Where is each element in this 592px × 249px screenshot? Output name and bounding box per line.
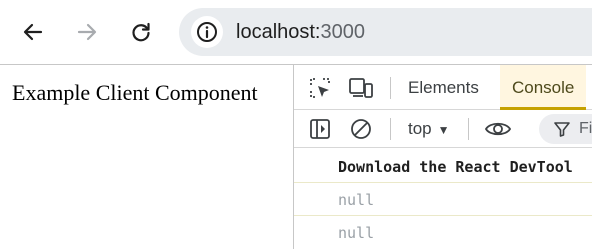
back-button[interactable] <box>13 12 53 52</box>
tab-console[interactable]: Console <box>500 65 587 110</box>
console-message[interactable]: null <box>294 184 592 216</box>
browser-toolbar: localhost:3000 <box>0 0 592 64</box>
console-toolbar: top ▼ Fi <box>294 110 592 148</box>
console-message-text: null <box>338 224 375 242</box>
devtools-panel: Elements Console top ▼ Fi Download the R… <box>293 65 592 249</box>
arrow-left-icon <box>23 23 43 41</box>
inspect-element-icon <box>310 78 330 98</box>
show-console-sidebar-button[interactable] <box>306 115 334 143</box>
address-bar[interactable]: localhost:3000 <box>179 8 592 56</box>
eye-icon <box>484 122 512 136</box>
page-heading-text: Example Client Component <box>12 80 258 105</box>
url-text[interactable]: localhost:3000 <box>236 20 365 44</box>
filter-placeholder: Fi <box>579 120 592 137</box>
toolbar-separator-2 <box>468 118 469 140</box>
tab-elements[interactable]: Elements <box>408 65 479 110</box>
console-message[interactable]: Download the React DevTool <box>294 151 592 183</box>
site-info-button[interactable] <box>191 16 223 48</box>
reload-button[interactable] <box>121 12 161 52</box>
filter-icon <box>554 122 570 137</box>
clear-console-button[interactable] <box>347 115 375 143</box>
site-info-icon <box>197 22 217 42</box>
tab-console-label: Console <box>512 78 575 97</box>
console-filter-input[interactable]: Fi <box>539 114 592 144</box>
live-expression-button[interactable] <box>484 115 512 143</box>
chevron-down-icon: ▼ <box>437 122 450 137</box>
forward-button[interactable] <box>67 12 107 52</box>
url-host: localhost: <box>236 21 321 43</box>
devtools-tabbar: Elements Console <box>294 65 592 110</box>
console-message[interactable]: null <box>294 217 592 249</box>
page-viewport: Example Client Component <box>0 65 293 249</box>
inspect-element-button[interactable] <box>306 74 334 102</box>
clear-console-icon <box>351 119 371 139</box>
console-message-text: Download the React DevTool <box>338 158 573 176</box>
tabbar-separator <box>390 77 391 99</box>
device-toggle-icon <box>349 78 373 98</box>
toolbar-separator <box>390 118 391 140</box>
url-port: 3000 <box>320 21 366 43</box>
execution-context-value: top <box>408 119 432 138</box>
reload-icon <box>132 22 150 42</box>
console-message-text: null <box>338 191 375 209</box>
execution-context-select[interactable]: top ▼ <box>408 118 450 141</box>
console-messages: Download the React DevTool null null <box>294 149 592 249</box>
device-toolbar-button[interactable] <box>347 74 375 102</box>
arrow-right-icon <box>77 23 97 41</box>
sidebar-icon <box>310 119 330 139</box>
